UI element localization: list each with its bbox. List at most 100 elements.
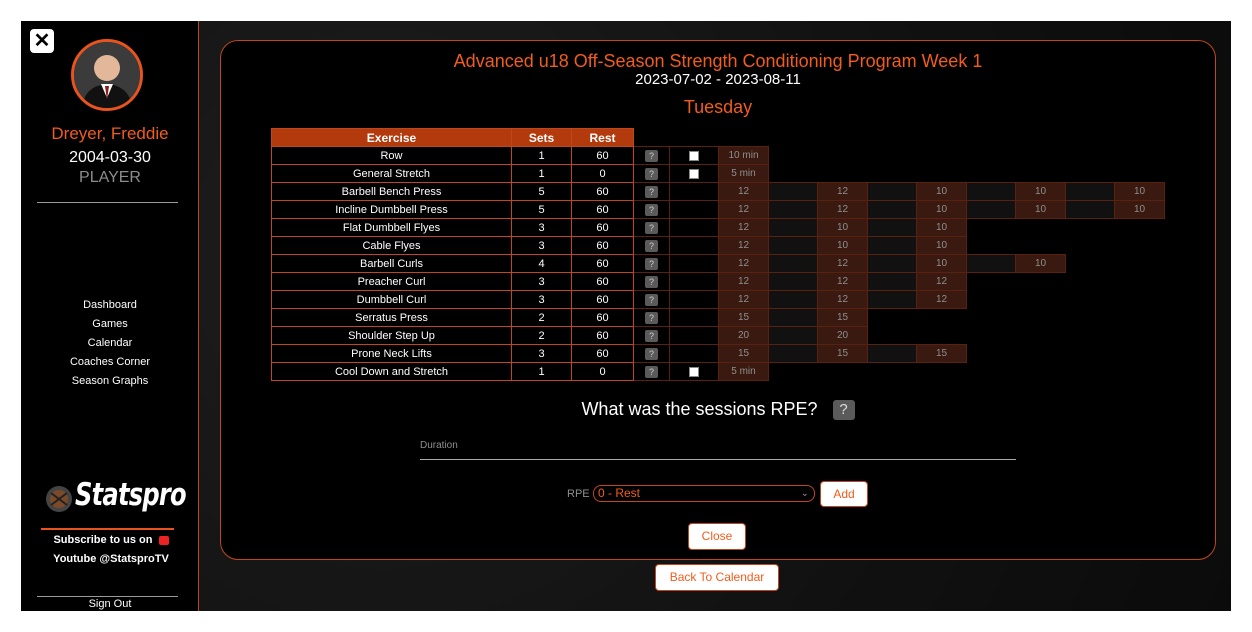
rep-input[interactable]	[768, 218, 818, 237]
nav-coaches-corner[interactable]: Coaches Corner	[21, 353, 199, 372]
target-value: 12	[817, 200, 868, 219]
help-cell: ?	[633, 236, 670, 255]
done-checkbox[interactable]	[689, 150, 699, 161]
done-checkbox[interactable]	[689, 168, 699, 179]
help-icon[interactable]: ?	[645, 149, 658, 162]
help-cell: ?	[633, 272, 670, 291]
help-icon[interactable]: ?	[645, 221, 658, 234]
target-value: 15	[817, 308, 868, 327]
exercise-name: Barbell Bench Press	[271, 182, 512, 201]
close-icon[interactable]: ✕	[30, 29, 54, 53]
rep-input[interactable]	[867, 290, 917, 309]
target-value: 12	[817, 272, 868, 291]
target-value: 15	[817, 344, 868, 363]
player-name: Dreyer, Freddie	[51, 124, 169, 143]
help-cell: ?	[633, 254, 670, 273]
rep-input[interactable]	[867, 272, 917, 291]
exercise-name: Shoulder Step Up	[271, 326, 512, 345]
avatar	[71, 39, 143, 111]
table-row: Incline Dumbbell Press 5 60? 12 12 10 10 10	[271, 200, 1165, 219]
rep-input[interactable]	[867, 182, 917, 201]
sets-value: 1	[511, 362, 572, 381]
rest-value: 0	[571, 164, 634, 183]
table-row: Cool Down and Stretch 1 0? 5 min	[271, 362, 1165, 381]
help-icon[interactable]: ?	[645, 311, 658, 324]
youtube-icon[interactable]	[158, 535, 169, 545]
sign-out-link[interactable]: Sign Out	[21, 598, 199, 610]
nav-season-graphs[interactable]: Season Graphs	[21, 372, 199, 391]
sets-value: 5	[511, 200, 572, 219]
help-icon[interactable]: ?	[645, 329, 658, 342]
target-value: 10	[916, 254, 967, 273]
check-cell	[669, 254, 719, 273]
help-icon[interactable]: ?	[645, 167, 658, 180]
table-row: Dumbbell Curl 3 60? 12 12 12	[271, 290, 1165, 309]
rep-input[interactable]	[768, 326, 818, 345]
help-icon[interactable]: ?	[832, 400, 855, 421]
check-cell	[669, 290, 719, 309]
col-sets: Sets	[511, 128, 572, 147]
rep-input[interactable]	[966, 182, 1016, 201]
target-value: 15	[916, 344, 967, 363]
help-cell: ?	[633, 200, 670, 219]
rep-input[interactable]	[867, 254, 917, 273]
exercise-name: Dumbbell Curl	[271, 290, 512, 309]
rest-value: 60	[571, 344, 634, 363]
exercise-name: Cool Down and Stretch	[271, 362, 512, 381]
rest-value: 60	[571, 326, 634, 345]
rep-input[interactable]	[1065, 200, 1115, 219]
rep-input[interactable]	[768, 200, 818, 219]
table-row: Cable Flyes 3 60? 12 10 10	[271, 236, 1165, 255]
target-value: 12	[718, 218, 769, 237]
check-cell	[669, 146, 719, 165]
rest-value: 0	[571, 362, 634, 381]
rest-value: 60	[571, 236, 634, 255]
rep-input[interactable]	[867, 236, 917, 255]
help-cell: ?	[633, 164, 670, 183]
rep-input[interactable]	[867, 200, 917, 219]
rep-input[interactable]	[768, 236, 818, 255]
help-icon[interactable]: ?	[645, 293, 658, 306]
back-to-calendar-button[interactable]: Back To Calendar	[655, 564, 779, 591]
col-rest: Rest	[571, 128, 634, 147]
program-title: Advanced u18 Off-Season Strength Conditi…	[453, 51, 983, 71]
target-value: 5 min	[718, 362, 769, 381]
help-icon[interactable]: ?	[645, 257, 658, 270]
close-button[interactable]: Close	[688, 523, 746, 550]
app-frame: ✕ Dreyer, Freddie 2004-03-30 PLAYER Dash…	[21, 21, 1231, 611]
add-button[interactable]: Add	[820, 481, 868, 507]
rep-input[interactable]	[966, 254, 1016, 273]
rep-input[interactable]	[1065, 182, 1115, 201]
sets-value: 3	[511, 344, 572, 363]
help-icon[interactable]: ?	[645, 365, 658, 378]
target-value: 10	[1015, 200, 1066, 219]
rpe-select[interactable]: 0 - Rest ⌄	[593, 485, 815, 502]
exercise-name: Incline Dumbbell Press	[271, 200, 512, 219]
rep-input[interactable]	[966, 200, 1016, 219]
help-icon[interactable]: ?	[645, 185, 658, 198]
sets-value: 4	[511, 254, 572, 273]
help-cell: ?	[633, 362, 670, 381]
rep-input[interactable]	[768, 272, 818, 291]
help-icon[interactable]: ?	[645, 203, 658, 216]
check-cell	[669, 200, 719, 219]
check-cell	[669, 218, 719, 237]
nav-calendar[interactable]: Calendar	[21, 334, 199, 353]
help-icon[interactable]: ?	[645, 347, 658, 360]
rep-input[interactable]	[768, 254, 818, 273]
duration-input[interactable]	[420, 459, 1016, 460]
rep-input[interactable]	[768, 182, 818, 201]
help-icon[interactable]: ?	[645, 239, 658, 252]
rep-input[interactable]	[867, 218, 917, 237]
rep-input[interactable]	[867, 344, 917, 363]
exercise-name: Preacher Curl	[271, 272, 512, 291]
rep-input[interactable]	[768, 308, 818, 327]
done-checkbox[interactable]	[689, 366, 699, 377]
rep-input[interactable]	[768, 290, 818, 309]
help-icon[interactable]: ?	[645, 275, 658, 288]
target-value: 12	[817, 182, 868, 201]
nav-games[interactable]: Games	[21, 315, 199, 334]
target-value: 12	[817, 254, 868, 273]
nav-dashboard[interactable]: Dashboard	[21, 296, 199, 315]
rep-input[interactable]	[768, 344, 818, 363]
